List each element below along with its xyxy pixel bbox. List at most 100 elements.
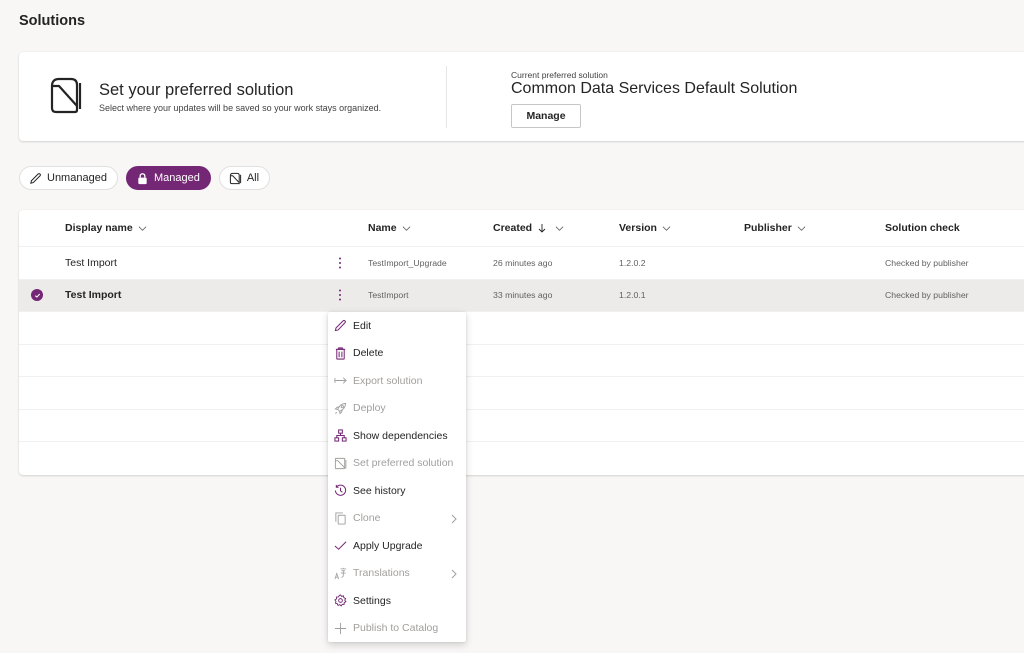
menu-item-label: Export solution (353, 374, 423, 387)
gear-icon (334, 594, 347, 607)
filter-label: Managed (153, 172, 200, 184)
pencil-icon (30, 172, 41, 184)
column-label: Created (493, 222, 533, 234)
cell-name: TestImport_Upgrade (368, 257, 447, 268)
hero-divider (446, 66, 447, 128)
column-label: Publisher (744, 222, 792, 234)
menu-item-set-preferred-solution[interactable]: Set preferred solution (328, 450, 466, 478)
trash-icon (335, 347, 346, 360)
chevron-down-icon (662, 225, 671, 231)
checkmark-icon (334, 541, 347, 551)
filter-all[interactable]: All (218, 166, 271, 190)
column-header-publisher[interactable]: Publisher (744, 210, 806, 246)
menu-item-label: Publish to Catalog (353, 622, 439, 635)
more-vertical-icon (339, 257, 341, 269)
solution-icon (334, 457, 347, 469)
menu-item-label: See history (353, 484, 406, 497)
menu-item-delete[interactable]: Delete (328, 340, 466, 368)
table-row[interactable]: Test Import TestImport_Upgrade 26 minute… (19, 247, 1024, 280)
hero-subtitle: Select where your updates will be saved … (99, 103, 382, 113)
cell-created: 33 minutes ago (493, 290, 553, 301)
menu-item-label: Deploy (353, 402, 386, 415)
menu-item-label: Translations (353, 567, 410, 580)
empty-row (19, 312, 1024, 345)
menu-item-translations[interactable]: Translations (328, 560, 466, 588)
chevron-right-icon (451, 514, 457, 523)
lock-icon (138, 172, 147, 184)
column-header-solution-check: Solution check (885, 210, 960, 246)
column-header-created[interactable]: Created (493, 210, 564, 246)
menu-item-label: Show dependencies (353, 429, 448, 442)
filter-unmanaged[interactable]: Unmanaged (19, 166, 118, 190)
current-preferred-value: Common Data Services Default Solution (511, 80, 798, 97)
row-context-menu: Edit Delete Export solution Deploy Show … (328, 312, 466, 642)
cell-solution-check: Checked by publisher (885, 290, 969, 301)
column-label: Solution check (885, 222, 960, 234)
menu-item-apply-upgrade[interactable]: Apply Upgrade (328, 532, 466, 560)
column-header-version[interactable]: Version (619, 210, 671, 246)
menu-item-deploy[interactable]: Deploy (328, 395, 466, 423)
menu-item-publish-to-catalog[interactable]: Publish to Catalog (328, 615, 466, 643)
menu-item-export-solution[interactable]: Export solution (328, 367, 466, 395)
row-more-options-button[interactable] (333, 280, 347, 312)
export-arrow-icon (334, 377, 347, 384)
row-select-checkbox[interactable] (31, 280, 43, 312)
cell-version: 1.2.0.2 (619, 257, 646, 268)
rocket-icon (334, 402, 347, 415)
cell-created: 26 minutes ago (493, 257, 553, 268)
sort-descending-arrow-icon (538, 224, 546, 233)
plus-icon (334, 622, 347, 634)
menu-item-label: Apply Upgrade (353, 539, 423, 552)
copy-icon (335, 512, 346, 525)
history-icon (334, 484, 347, 497)
more-vertical-icon (339, 289, 341, 301)
menu-item-label: Edit (353, 319, 372, 332)
page-title: Solutions (19, 13, 86, 29)
preferred-solution-icon (50, 77, 82, 114)
chevron-down-icon (402, 225, 410, 231)
checkmark-circle-icon (31, 289, 43, 302)
empty-row (19, 410, 1024, 442)
chevron-down-icon (555, 225, 564, 231)
chevron-down-icon (797, 225, 806, 231)
chevron-right-icon (451, 569, 457, 578)
filter-managed[interactable]: Managed (125, 166, 211, 190)
row-more-options-button[interactable] (333, 247, 347, 279)
preferred-solution-card: Set your preferred solution Select where… (19, 52, 1024, 141)
cell-display-name[interactable]: Test Import (65, 280, 121, 312)
chevron-down-icon (138, 225, 147, 231)
manage-button[interactable]: Manage (511, 104, 581, 128)
column-header-display-name[interactable]: Display name (65, 210, 147, 246)
column-label: Name (368, 222, 397, 234)
menu-item-see-history[interactable]: See history (328, 477, 466, 505)
menu-item-clone[interactable]: Clone (328, 505, 466, 533)
menu-item-show-dependencies[interactable]: Show dependencies (328, 422, 466, 450)
column-header-name[interactable]: Name (368, 210, 411, 246)
empty-row (19, 345, 1024, 377)
grid-header-row: Display name Name Created Version Publis… (19, 210, 1024, 247)
hero-title: Set your preferred solution (99, 81, 294, 99)
filter-label: All (246, 172, 260, 184)
menu-item-edit[interactable]: Edit (328, 312, 466, 340)
solution-icon (229, 172, 241, 184)
cell-version: 1.2.0.1 (619, 290, 646, 301)
hierarchy-icon (334, 429, 347, 442)
menu-item-settings[interactable]: Settings (328, 587, 466, 615)
translate-icon (334, 567, 347, 579)
cell-name: TestImport (368, 290, 409, 301)
cell-display-name[interactable]: Test Import (65, 247, 117, 279)
filter-label: Unmanaged (47, 172, 107, 184)
empty-row (19, 377, 1024, 410)
solution-filter-group: Unmanaged Managed All (19, 166, 271, 190)
menu-item-label: Set preferred solution (353, 457, 454, 470)
pencil-icon (334, 320, 346, 332)
menu-item-label: Settings (353, 594, 391, 607)
column-label: Version (619, 222, 657, 234)
menu-item-label: Clone (353, 512, 381, 525)
current-preferred-label: Current preferred solution (511, 70, 608, 80)
cell-solution-check: Checked by publisher (885, 257, 969, 268)
solutions-grid: Display name Name Created Version Publis… (19, 210, 1024, 475)
menu-item-label: Delete (353, 347, 384, 360)
table-row-selected[interactable]: Test Import TestImport 33 minutes ago 1.… (19, 279, 1024, 312)
column-label: Display name (65, 222, 133, 234)
